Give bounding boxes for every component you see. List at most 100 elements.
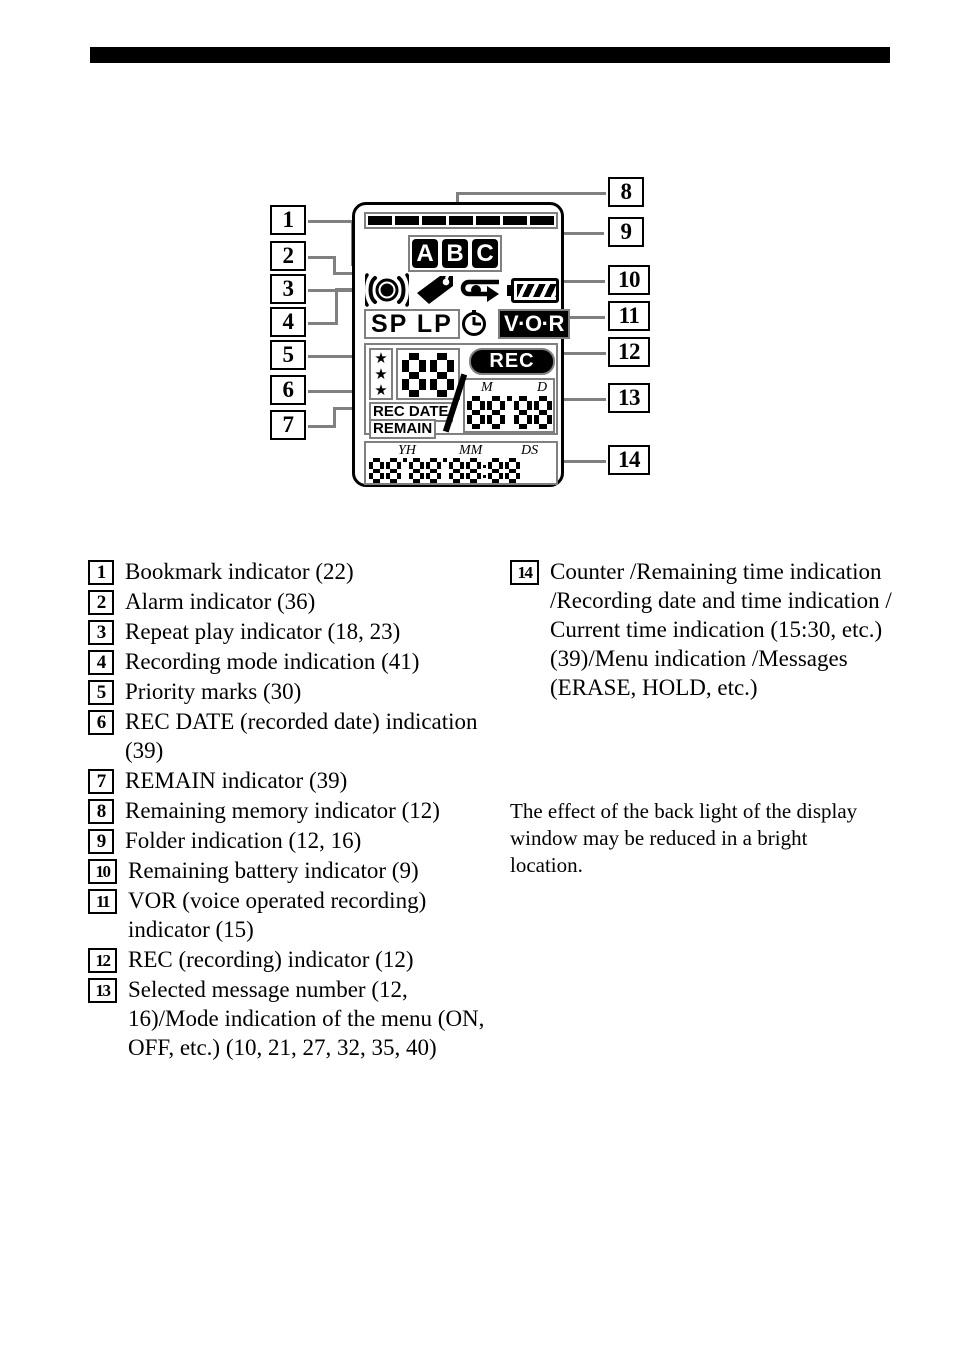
month-label: M <box>481 380 493 395</box>
selected-message-number <box>396 348 460 400</box>
legend-text: Remaining battery indicator (9) <box>128 858 419 883</box>
leader-line-4 <box>308 322 338 325</box>
seven-segment-digit <box>514 396 532 429</box>
seven-segment-digit <box>466 458 481 483</box>
legend-item: 9 Folder indication (12, 16) <box>88 826 488 855</box>
repeat-play-icon <box>459 275 505 307</box>
clock-icon <box>461 310 487 336</box>
callout-7: 7 <box>270 410 306 440</box>
callout-13: 13 <box>608 383 650 413</box>
seven-segment-digit <box>487 396 505 429</box>
legend-item: 2 Alarm indicator (36) <box>88 587 488 616</box>
seven-segment-digit <box>402 353 426 397</box>
counter-indication: YH MM DS <box>364 441 558 485</box>
legend-item: 3 Repeat play indicator (18, 23) <box>88 617 488 646</box>
memory-segment <box>449 216 473 225</box>
date-indication: M D <box>463 378 555 433</box>
legend-column-right: 14 Counter /Remaining time indication /Re… <box>510 557 910 703</box>
legend-number-box: 10 <box>88 859 117 884</box>
callout-1: 1 <box>270 205 306 235</box>
callout-4: 4 <box>270 307 306 337</box>
legend-number-box: 6 <box>88 710 114 735</box>
remaining-memory-indicator <box>364 212 558 229</box>
legend-number-box: 5 <box>88 680 114 705</box>
legend-number-box: 8 <box>88 799 114 824</box>
legend-number-box: 1 <box>88 560 114 585</box>
priority-marks: ★ ★ ★ <box>369 348 393 400</box>
callout-2: 2 <box>270 241 306 271</box>
legend-item: 11 VOR (voice operated recording) indicat… <box>88 886 488 944</box>
legend-item: 12 REC (recording) indicator (12) <box>88 945 488 974</box>
decimal-point <box>403 458 407 462</box>
seven-segment-digit <box>430 353 454 397</box>
legend-number-box: 13 <box>88 978 117 1003</box>
callout-9: 9 <box>608 217 644 247</box>
memory-segment <box>395 216 419 225</box>
legend-text: Priority marks (30) <box>125 679 302 704</box>
leader-line-1 <box>308 220 354 223</box>
seven-segment-digit <box>369 458 384 483</box>
callout-5: 5 <box>270 340 306 370</box>
legend-number-box: 2 <box>88 590 114 615</box>
bookmark-icon <box>413 273 455 307</box>
decimal-point <box>507 396 512 401</box>
main-indicator-block: ★ ★ ★ REC REC DATE REMAIN M D <box>364 343 558 439</box>
seven-segment-digit <box>426 458 441 483</box>
seven-segment-digit <box>386 458 401 483</box>
counter-label-yh: YH <box>398 443 416 458</box>
seven-segment-digit <box>505 458 520 483</box>
indicator-icon-row <box>355 273 567 309</box>
legend-text: REMAIN indicator (39) <box>125 768 348 793</box>
leader-line-8 <box>456 192 606 195</box>
colon-separator <box>483 458 486 483</box>
callout-3: 3 <box>270 274 306 304</box>
callout-11: 11 <box>608 301 650 331</box>
battery-icon <box>507 278 559 303</box>
page-header-rule <box>90 47 890 63</box>
recording-mode-indication: SP LP <box>364 309 460 339</box>
legend-text: Alarm indicator (36) <box>125 589 316 614</box>
legend-number-box: 3 <box>88 620 114 645</box>
legend-item: 13 Selected message number (12, 16)/Mode … <box>88 975 488 1062</box>
legend-text: REC (recording) indicator (12) <box>128 947 414 972</box>
seven-segment-digit <box>534 396 552 429</box>
legend-text: Folder indication (12, 16) <box>125 828 362 853</box>
callout-12: 12 <box>608 337 650 367</box>
leader-line-2 <box>308 256 336 259</box>
alarm-icon <box>361 273 413 307</box>
callout-14: 14 <box>608 445 650 475</box>
callout-6: 6 <box>270 375 306 405</box>
legend-item: 6 REC DATE (recorded date) indication (39… <box>88 707 488 765</box>
folder-a: A <box>412 239 438 268</box>
legend-item: 14 Counter /Remaining time indication /Re… <box>510 557 910 702</box>
vor-indicator: V·O·R <box>498 309 570 339</box>
lcd-display-diagram: 1 2 3 4 5 6 7 8 9 10 11 12 13 14 A B C S… <box>260 170 670 515</box>
callout-8: 8 <box>608 177 644 207</box>
memory-segment <box>422 216 446 225</box>
leader-line-7-v <box>333 407 336 427</box>
back-light-note: The effect of the back light of the disp… <box>510 799 858 877</box>
legend-number-box: 12 <box>88 948 117 973</box>
leader-line-4-v <box>335 288 338 324</box>
legend-number-box: 4 <box>88 650 114 675</box>
counter-label-ds: DS <box>521 443 539 458</box>
legend-text: Selected message number (12, 16)/Mode in… <box>128 977 485 1060</box>
callout-10: 10 <box>608 265 650 295</box>
legend-text: Bookmark indicator (22) <box>125 559 354 584</box>
legend-number-box: 14 <box>510 560 539 585</box>
seven-segment-digit <box>449 458 464 483</box>
folder-indication: A B C <box>408 235 502 272</box>
recording-mode-row: SP LP V·O·R <box>355 309 570 339</box>
legend-item: 7 REMAIN indicator (39) <box>88 766 488 795</box>
remain-indicator: REMAIN <box>369 419 437 439</box>
battery-body <box>511 278 559 303</box>
legend-number-box: 9 <box>88 829 114 854</box>
legend-item: 5 Priority marks (30) <box>88 677 488 706</box>
legend-text: Repeat play indicator (18, 23) <box>125 619 401 644</box>
legend-item: 1 Bookmark indicator (22) <box>88 557 488 586</box>
legend-text: Recording mode indication (41) <box>125 649 420 674</box>
legend-column-left: 1 Bookmark indicator (22) 2 Alarm indicator… <box>88 557 488 1063</box>
memory-segment <box>368 216 392 225</box>
legend-item: 8 Remaining memory indicator (12) <box>88 796 488 825</box>
leader-line-7 <box>308 425 336 428</box>
